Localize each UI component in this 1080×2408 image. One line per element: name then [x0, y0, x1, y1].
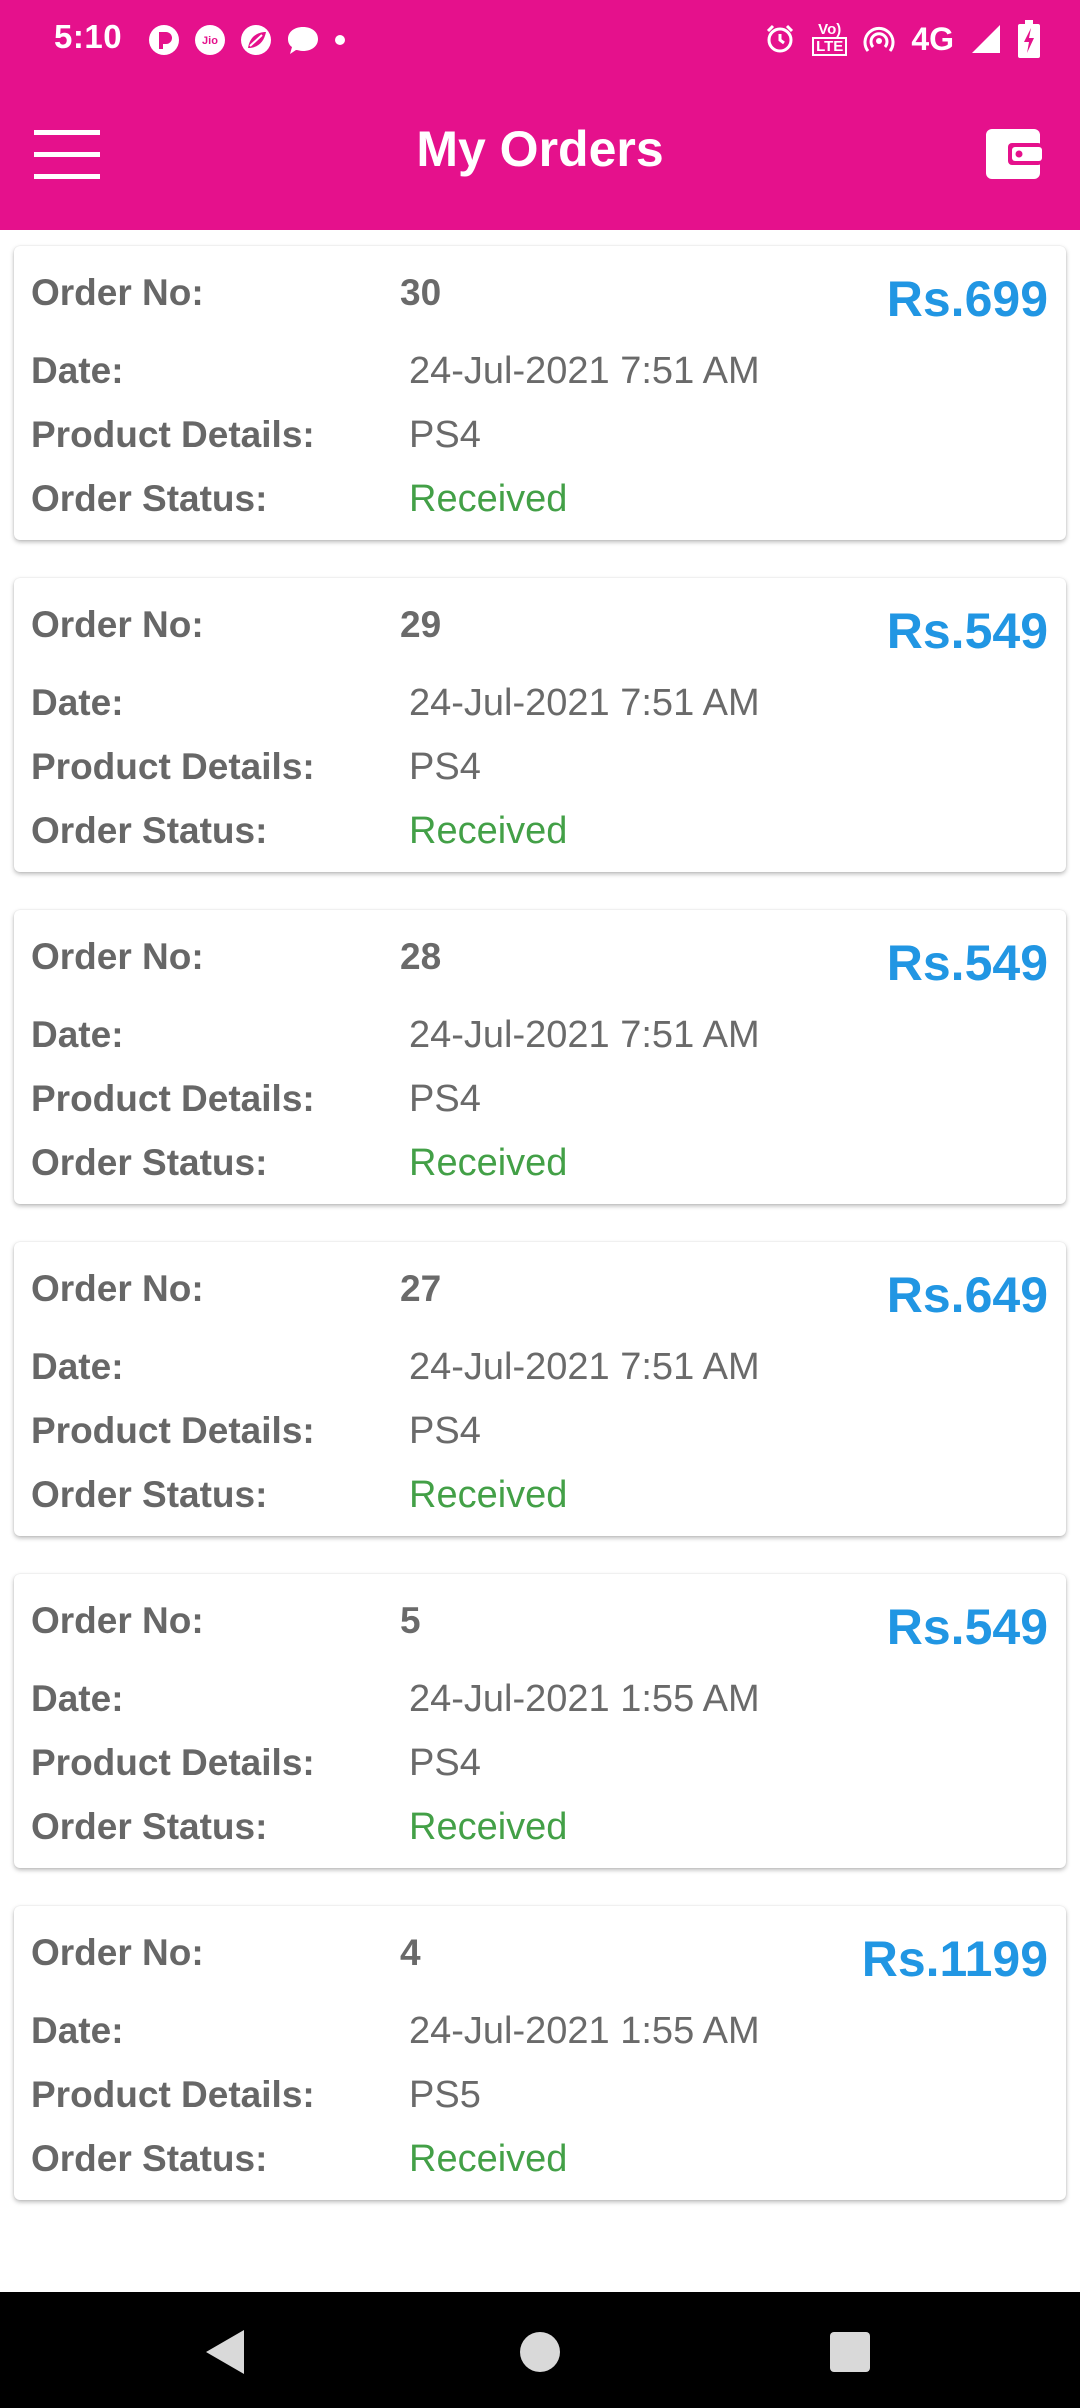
- home-circle-icon: [520, 2332, 560, 2372]
- status-bar: 5:10 Jio Vo) LTE 4G: [0, 0, 1080, 80]
- network-type: 4G: [911, 20, 954, 57]
- pinwheel-icon: [149, 25, 179, 55]
- order-date: 24-Jul-2021 7:51 AM: [409, 1346, 760, 1388]
- jio-icon: Jio: [195, 25, 225, 55]
- order-number: 28: [400, 936, 442, 977]
- date-label: Date:: [31, 682, 124, 723]
- order-status: Received: [409, 478, 568, 520]
- recents-button[interactable]: [820, 2322, 880, 2382]
- product-details-label: Product Details:: [31, 1742, 315, 1783]
- back-triangle-icon: [206, 2330, 244, 2374]
- dot-icon: [335, 35, 345, 45]
- order-card[interactable]: Order No: 4 Rs.1199 Date: 24-Jul-2021 1:…: [14, 1906, 1066, 2200]
- order-number: 29: [400, 604, 442, 645]
- order-date: 24-Jul-2021 7:51 AM: [409, 682, 760, 724]
- jio-icon-label: Jio: [202, 35, 218, 47]
- status-time: 5:10: [54, 18, 123, 55]
- wallet-icon: [986, 129, 1042, 179]
- page-title: My Orders: [416, 121, 664, 177]
- order-no-label: Order No:: [31, 1268, 204, 1309]
- order-card[interactable]: Order No: 30 Rs.699 Date: 24-Jul-2021 7:…: [14, 246, 1066, 540]
- order-no-label: Order No:: [31, 1600, 204, 1641]
- order-card[interactable]: Order No: 5 Rs.549 Date: 24-Jul-2021 1:5…: [14, 1574, 1066, 1868]
- date-label: Date:: [31, 1678, 124, 1719]
- order-status-label: Order Status:: [31, 1142, 268, 1183]
- notification-icons: Jio: [148, 20, 346, 60]
- order-number: 5: [400, 1600, 421, 1641]
- order-date: 24-Jul-2021 1:55 AM: [409, 1678, 760, 1720]
- order-status: Received: [409, 1806, 568, 1848]
- hotspot-icon: [863, 26, 895, 52]
- order-status-label: Order Status:: [31, 2138, 268, 2179]
- order-date: 24-Jul-2021 7:51 AM: [409, 1014, 760, 1056]
- order-status-label: Order Status:: [31, 1806, 268, 1847]
- product-details: PS4: [409, 746, 481, 788]
- date-label: Date:: [31, 1346, 124, 1387]
- date-label: Date:: [31, 1014, 124, 1055]
- order-card[interactable]: Order No: 29 Rs.549 Date: 24-Jul-2021 7:…: [14, 578, 1066, 872]
- order-no-label: Order No:: [31, 936, 204, 977]
- order-number: 4: [400, 1932, 421, 1973]
- order-number: 27: [400, 1268, 442, 1309]
- date-label: Date:: [31, 2010, 124, 2051]
- product-details: PS4: [409, 1742, 481, 1784]
- order-status: Received: [409, 810, 568, 852]
- order-number: 30: [400, 272, 442, 313]
- leaf-icon: [241, 25, 271, 55]
- order-price: Rs.549: [886, 1599, 1048, 1655]
- order-card[interactable]: Order No: 28 Rs.549 Date: 24-Jul-2021 7:…: [14, 910, 1066, 1204]
- order-price: Rs.549: [886, 935, 1048, 991]
- order-card[interactable]: Order No: 27 Rs.649 Date: 24-Jul-2021 7:…: [14, 1242, 1066, 1536]
- recents-square-icon: [830, 2332, 870, 2372]
- product-details: PS5: [409, 2074, 481, 2116]
- order-status-label: Order Status:: [31, 478, 268, 519]
- order-date: 24-Jul-2021 1:55 AM: [409, 2010, 760, 2052]
- back-button[interactable]: [196, 2322, 256, 2382]
- order-price: Rs.1199: [861, 1931, 1048, 1987]
- product-details-label: Product Details:: [31, 414, 315, 455]
- order-price: Rs.649: [886, 1267, 1048, 1323]
- orders-list: Order No: 30 Rs.699 Date: 24-Jul-2021 7:…: [0, 246, 1080, 2238]
- order-status-label: Order Status:: [31, 810, 268, 851]
- signal-icon: [972, 25, 1000, 53]
- app-bar: 5:10 Jio Vo) LTE 4G My Orders: [0, 0, 1080, 230]
- product-details-label: Product Details:: [31, 2074, 315, 2115]
- order-status: Received: [409, 1474, 568, 1516]
- order-date: 24-Jul-2021 7:51 AM: [409, 350, 760, 392]
- product-details-label: Product Details:: [31, 746, 315, 787]
- date-label: Date:: [31, 350, 124, 391]
- order-price: Rs.699: [886, 271, 1048, 327]
- order-status-label: Order Status:: [31, 1474, 268, 1515]
- order-status: Received: [409, 1142, 568, 1184]
- product-details-label: Product Details:: [31, 1078, 315, 1119]
- order-no-label: Order No:: [31, 1932, 204, 1973]
- order-price: Rs.549: [886, 603, 1048, 659]
- system-status-icons: Vo) LTE 4G: [764, 18, 1040, 60]
- wallet-button[interactable]: [984, 125, 1042, 183]
- order-no-label: Order No:: [31, 604, 204, 645]
- order-no-label: Order No:: [31, 272, 204, 313]
- product-details: PS4: [409, 1410, 481, 1452]
- product-details-label: Product Details:: [31, 1410, 315, 1451]
- chat-bubble-icon: [288, 27, 318, 54]
- battery-charging-icon: [1018, 20, 1040, 58]
- system-nav-bar: [0, 2292, 1080, 2408]
- product-details: PS4: [409, 1078, 481, 1120]
- order-status: Received: [409, 2138, 568, 2180]
- product-details: PS4: [409, 414, 481, 456]
- home-button[interactable]: [510, 2322, 570, 2382]
- volte-bottom-text: LTE: [812, 37, 848, 56]
- alarm-icon: [767, 24, 794, 53]
- volte-icon: Vo) LTE: [812, 21, 848, 56]
- volte-top-text: Vo): [818, 21, 842, 38]
